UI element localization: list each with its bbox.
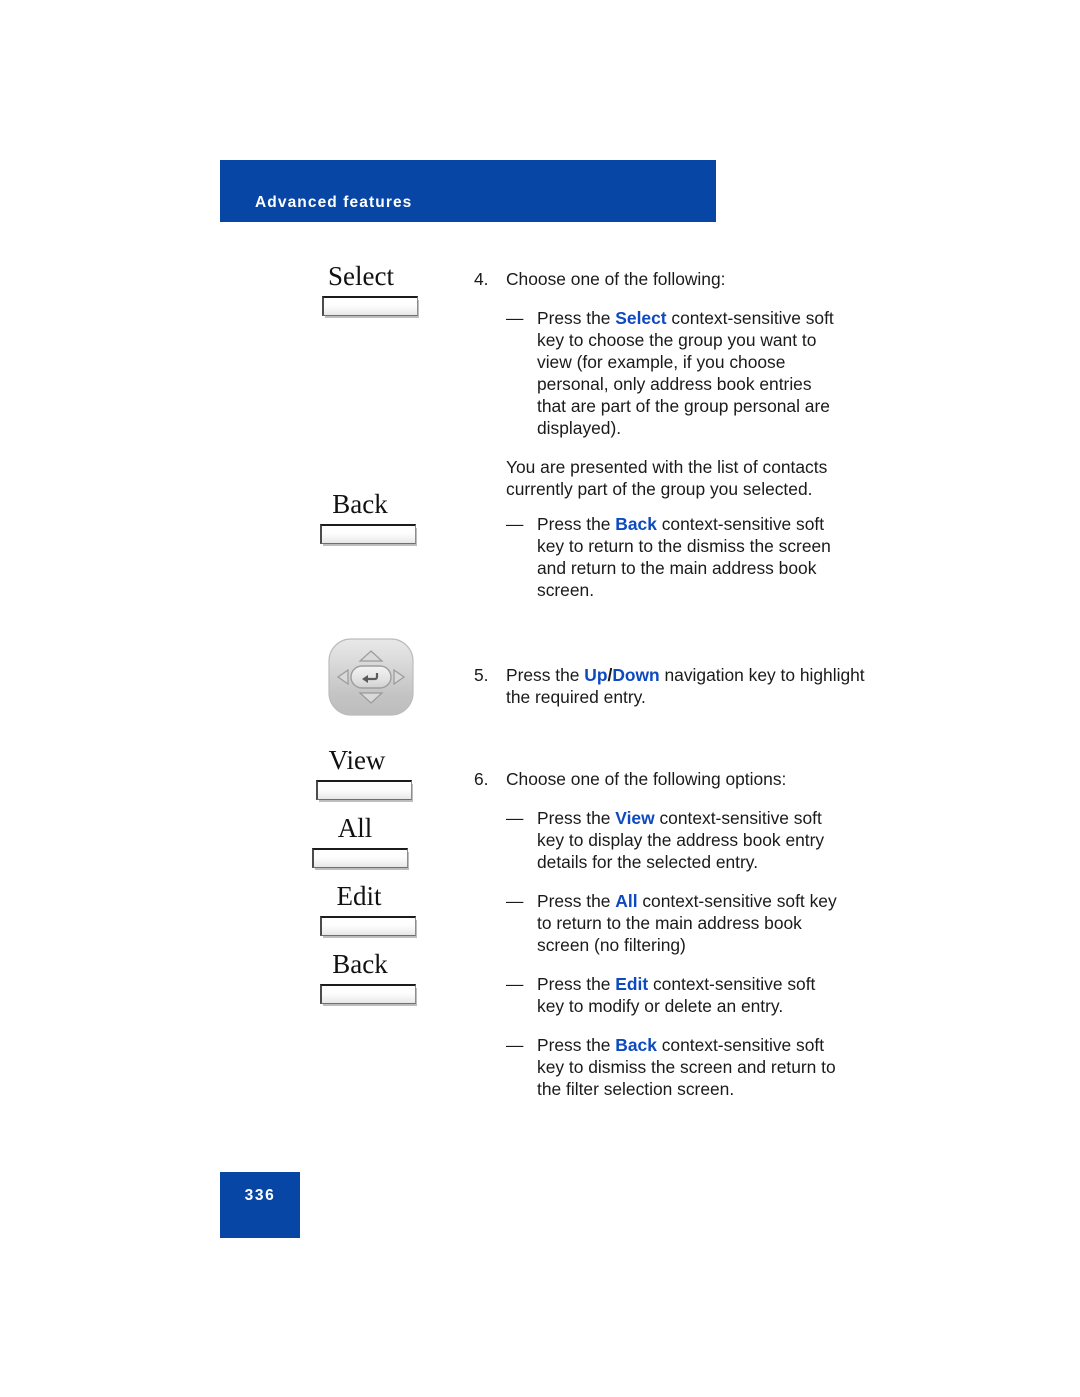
keyword-all: All (615, 891, 638, 912)
step-6-bullet-4: — Press the Back context-sensitive soft … (506, 1034, 874, 1100)
keyword-view: View (615, 808, 655, 829)
navigation-key-cluster-icon[interactable] (325, 633, 417, 721)
keyword-back: Back (615, 1035, 657, 1056)
softkey-group-select: Select (250, 261, 460, 317)
section-header-bar: Advanced features (220, 160, 716, 222)
page-number: 336 (244, 1187, 276, 1204)
keyword-up: Up (584, 665, 608, 686)
step-4-bullet-1: — Press the Select context-sensitive sof… (506, 307, 874, 439)
step-5: 5. Press the Up/Down navigation key to h… (474, 664, 874, 708)
center-enter-button (350, 665, 392, 689)
step-6: 6. Choose one of the following options: … (474, 768, 874, 1100)
bullet-dash: — (506, 514, 524, 535)
bullet-dash: — (506, 974, 524, 995)
step-4-number: 4. (474, 269, 489, 289)
page-number-block: 336 (220, 1172, 300, 1238)
step-4: 4. Choose one of the following: — Press … (474, 268, 874, 601)
softkey-group-back-lower: Back (250, 949, 460, 1005)
bullet-dash: — (506, 891, 524, 912)
softkey-label-back-lower: Back (332, 949, 388, 979)
softkey-button-all[interactable] (312, 848, 408, 869)
bullet-dash: — (506, 1035, 524, 1056)
bullet-text: Press the Back context-sensitive soft ke… (537, 1034, 837, 1100)
softkey-button-select[interactable] (322, 296, 418, 317)
softkey-label-view: View (328, 745, 386, 775)
bullet-text: Press the View context-sensitive soft ke… (537, 807, 837, 873)
softkey-button-view[interactable] (316, 780, 412, 801)
bullet-pre-text: Press the (537, 514, 616, 535)
bullet-dash: — (506, 308, 524, 329)
step-6-number: 6. (474, 769, 489, 790)
bullet-text: Press the Edit context-sensitive soft ke… (537, 973, 837, 1017)
manual-page: Advanced features Select Back View All E… (0, 0, 1080, 1397)
page-title: Advanced features (255, 194, 413, 211)
softkey-group-edit: Edit (250, 881, 460, 937)
softkey-label-back-upper: Back (332, 489, 388, 519)
bullet-dash: — (506, 808, 524, 829)
softkey-label-all: All (337, 813, 373, 843)
keyword-edit: Edit (615, 974, 649, 995)
step-6-bullet-2: — Press the All context-sensitive soft k… (506, 890, 874, 956)
softkey-label-select: Select (328, 261, 394, 291)
step-6-text: Choose one of the following options: (506, 769, 787, 790)
softkey-button-back-lower[interactable] (320, 984, 416, 1005)
softkey-group-all: All (250, 813, 460, 869)
softkey-label-edit: Edit (336, 881, 382, 911)
step-4-note: You are presented with the list of conta… (506, 457, 828, 500)
softkey-group-view: View (250, 745, 460, 801)
bullet-text: Press the Select context-sensitive soft … (537, 307, 837, 439)
softkey-group-back-upper: Back (250, 489, 460, 545)
keyword-back: Back (615, 514, 657, 535)
step-6-bullet-1: — Press the View context-sensitive soft … (506, 807, 874, 873)
softkey-button-edit[interactable] (320, 916, 416, 937)
bullet-pre-text: Press the (537, 308, 616, 329)
step-4-text: Choose one of the following: (506, 269, 726, 289)
bullet-text: Press the All context-sensitive soft key… (537, 890, 837, 956)
bullet-text: Press the Back context-sensitive soft ke… (537, 513, 837, 601)
step-5-number: 5. (474, 665, 489, 686)
bullet-pre-text: Press the (537, 1035, 616, 1056)
step-6-bullet-3: — Press the Edit context-sensitive soft … (506, 973, 874, 1017)
step-5-text: Press the Up/Down navigation key to high… (506, 664, 874, 708)
bullet-pre-text: Press the (537, 891, 616, 912)
step-4-bullet-2: — Press the Back context-sensitive soft … (506, 513, 874, 601)
step-5-pre-text: Press the (506, 665, 585, 686)
bullet-pre-text: Press the (537, 974, 616, 995)
instruction-steps: 4. Choose one of the following: — Press … (474, 268, 874, 1100)
softkey-button-back-upper[interactable] (320, 524, 416, 545)
bullet-pre-text: Press the (537, 808, 616, 829)
keyword-down: Down (612, 665, 660, 686)
keyword-select: Select (615, 308, 667, 329)
